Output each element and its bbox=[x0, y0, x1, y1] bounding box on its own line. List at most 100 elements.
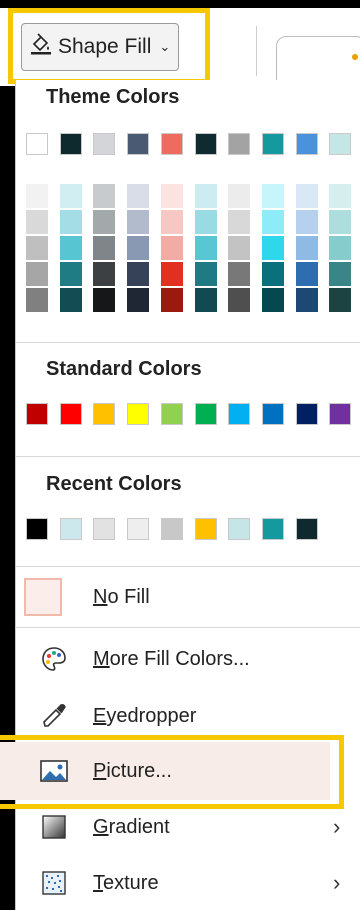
separator bbox=[15, 627, 360, 628]
more-fill-colors-label: More Fill Colors... bbox=[93, 647, 250, 670]
theme-shade-swatch[interactable] bbox=[93, 184, 116, 208]
standard-color-swatch[interactable] bbox=[127, 403, 150, 425]
recent-color-swatch[interactable] bbox=[160, 518, 183, 540]
standard-color-swatch[interactable] bbox=[26, 403, 48, 425]
theme-shade-swatch[interactable] bbox=[329, 288, 352, 312]
theme-shade-swatch[interactable] bbox=[26, 288, 48, 312]
recent-color-swatch[interactable] bbox=[295, 518, 318, 540]
theme-shade-swatch[interactable] bbox=[295, 288, 318, 312]
theme-shade-swatch[interactable] bbox=[160, 262, 183, 286]
chevron-right-icon: › bbox=[333, 814, 341, 839]
theme-shade-swatch[interactable] bbox=[261, 210, 284, 234]
theme-color-swatch[interactable] bbox=[261, 133, 284, 155]
theme-shade-swatch[interactable] bbox=[261, 288, 284, 312]
theme-shade-swatch[interactable] bbox=[127, 236, 150, 260]
theme-shade-swatch[interactable] bbox=[329, 184, 352, 208]
menu-item-more-fill-colors[interactable]: More Fill Colors... bbox=[15, 632, 360, 686]
theme-shade-swatch[interactable] bbox=[329, 236, 352, 260]
standard-color-swatch[interactable] bbox=[228, 403, 251, 425]
texture-label: Texture bbox=[93, 871, 159, 894]
theme-color-swatch[interactable] bbox=[59, 133, 82, 155]
standard-color-swatch[interactable] bbox=[295, 403, 318, 425]
theme-shade-swatch[interactable] bbox=[295, 210, 318, 234]
theme-shade-swatch[interactable] bbox=[59, 210, 82, 234]
theme-shade-swatch[interactable] bbox=[261, 184, 284, 208]
ribbon-top-edge bbox=[0, 0, 360, 8]
standard-color-swatch[interactable] bbox=[194, 403, 217, 425]
theme-shade-swatch[interactable] bbox=[194, 210, 217, 234]
menu-item-picture[interactable]: Picture... bbox=[15, 744, 360, 798]
theme-shade-swatch[interactable] bbox=[59, 184, 82, 208]
theme-color-swatch[interactable] bbox=[93, 133, 116, 155]
theme-shade-swatch[interactable] bbox=[160, 288, 183, 312]
theme-color-swatch[interactable] bbox=[26, 133, 48, 155]
theme-shade-swatch[interactable] bbox=[127, 184, 150, 208]
theme-shade-swatch[interactable] bbox=[228, 262, 251, 286]
separator bbox=[16, 456, 360, 457]
recent-color-swatch[interactable] bbox=[261, 518, 284, 540]
menu-item-gradient[interactable]: Gradient › bbox=[15, 800, 360, 854]
theme-shade-swatch[interactable] bbox=[26, 236, 48, 260]
theme-color-swatch[interactable] bbox=[228, 133, 251, 155]
theme-shade-swatch[interactable] bbox=[295, 184, 318, 208]
menu-item-texture[interactable]: Texture › bbox=[15, 856, 360, 910]
picture-label: Picture... bbox=[93, 759, 172, 782]
theme-shade-swatch[interactable] bbox=[127, 210, 150, 234]
recent-color-swatch[interactable] bbox=[59, 518, 82, 540]
theme-shade-swatch[interactable] bbox=[329, 262, 352, 286]
standard-color-swatch[interactable] bbox=[59, 403, 82, 425]
theme-shade-swatch[interactable] bbox=[261, 236, 284, 260]
theme-shade-swatch[interactable] bbox=[194, 262, 217, 286]
theme-shade-swatch[interactable] bbox=[93, 210, 116, 234]
theme-color-swatch[interactable] bbox=[160, 133, 183, 155]
standard-color-swatch[interactable] bbox=[93, 403, 116, 425]
theme-shade-swatch[interactable] bbox=[329, 210, 352, 234]
theme-shade-swatch[interactable] bbox=[93, 288, 116, 312]
theme-shade-swatch[interactable] bbox=[228, 210, 251, 234]
theme-color-swatch[interactable] bbox=[329, 133, 352, 155]
theme-shade-swatch[interactable] bbox=[194, 288, 217, 312]
shape-fill-highlight: Shape Fill ⌄ bbox=[8, 8, 210, 84]
eyedropper-label: Eyedropper bbox=[93, 704, 197, 727]
standard-color-swatch[interactable] bbox=[329, 403, 352, 425]
theme-shade-swatch[interactable] bbox=[160, 210, 183, 234]
eyedropper-icon bbox=[39, 701, 69, 731]
theme-shade-swatch[interactable] bbox=[59, 262, 82, 286]
theme-shade-swatch[interactable] bbox=[194, 236, 217, 260]
theme-shade-swatch[interactable] bbox=[26, 262, 48, 286]
shape-fill-label: Shape Fill bbox=[58, 35, 152, 58]
theme-shade-swatch[interactable] bbox=[26, 210, 48, 234]
theme-shade-swatch[interactable] bbox=[295, 236, 318, 260]
theme-shade-swatch[interactable] bbox=[295, 262, 318, 286]
recent-color-swatch[interactable] bbox=[194, 518, 217, 540]
theme-shade-swatch[interactable] bbox=[127, 262, 150, 286]
theme-shade-swatch[interactable] bbox=[228, 288, 251, 312]
theme-color-swatch[interactable] bbox=[295, 133, 318, 155]
recent-color-swatch[interactable] bbox=[228, 518, 251, 540]
standard-color-swatch[interactable] bbox=[261, 403, 284, 425]
theme-color-swatch[interactable] bbox=[127, 133, 150, 155]
theme-shade-swatch[interactable] bbox=[26, 184, 48, 208]
menu-item-no-fill[interactable]: No Fill bbox=[15, 570, 360, 624]
theme-shade-swatch[interactable] bbox=[160, 236, 183, 260]
chevron-right-icon: › bbox=[333, 870, 341, 895]
theme-shade-swatch[interactable] bbox=[59, 288, 82, 312]
recent-color-swatch[interactable] bbox=[26, 518, 48, 540]
recent-color-swatch[interactable] bbox=[93, 518, 116, 540]
recent-color-swatch[interactable] bbox=[127, 518, 150, 540]
theme-shade-swatch[interactable] bbox=[228, 184, 251, 208]
theme-shade-swatch[interactable] bbox=[93, 262, 116, 286]
shape-fill-button[interactable]: Shape Fill ⌄ bbox=[21, 23, 180, 71]
standard-color-swatch[interactable] bbox=[160, 403, 183, 425]
theme-color-swatch[interactable] bbox=[194, 133, 217, 155]
theme-shade-swatch[interactable] bbox=[160, 184, 183, 208]
theme-shade-swatch[interactable] bbox=[194, 184, 217, 208]
theme-shade-swatch[interactable] bbox=[261, 262, 284, 286]
ribbon-indicator-dot bbox=[352, 54, 358, 60]
theme-shade-swatch[interactable] bbox=[127, 288, 150, 312]
theme-shade-swatch[interactable] bbox=[93, 236, 116, 260]
standard-colors-heading: Standard Colors bbox=[46, 358, 202, 380]
theme-shade-swatch[interactable] bbox=[228, 236, 251, 260]
chevron-down-icon: ⌄ bbox=[159, 39, 171, 54]
theme-shade-swatch[interactable] bbox=[59, 236, 82, 260]
